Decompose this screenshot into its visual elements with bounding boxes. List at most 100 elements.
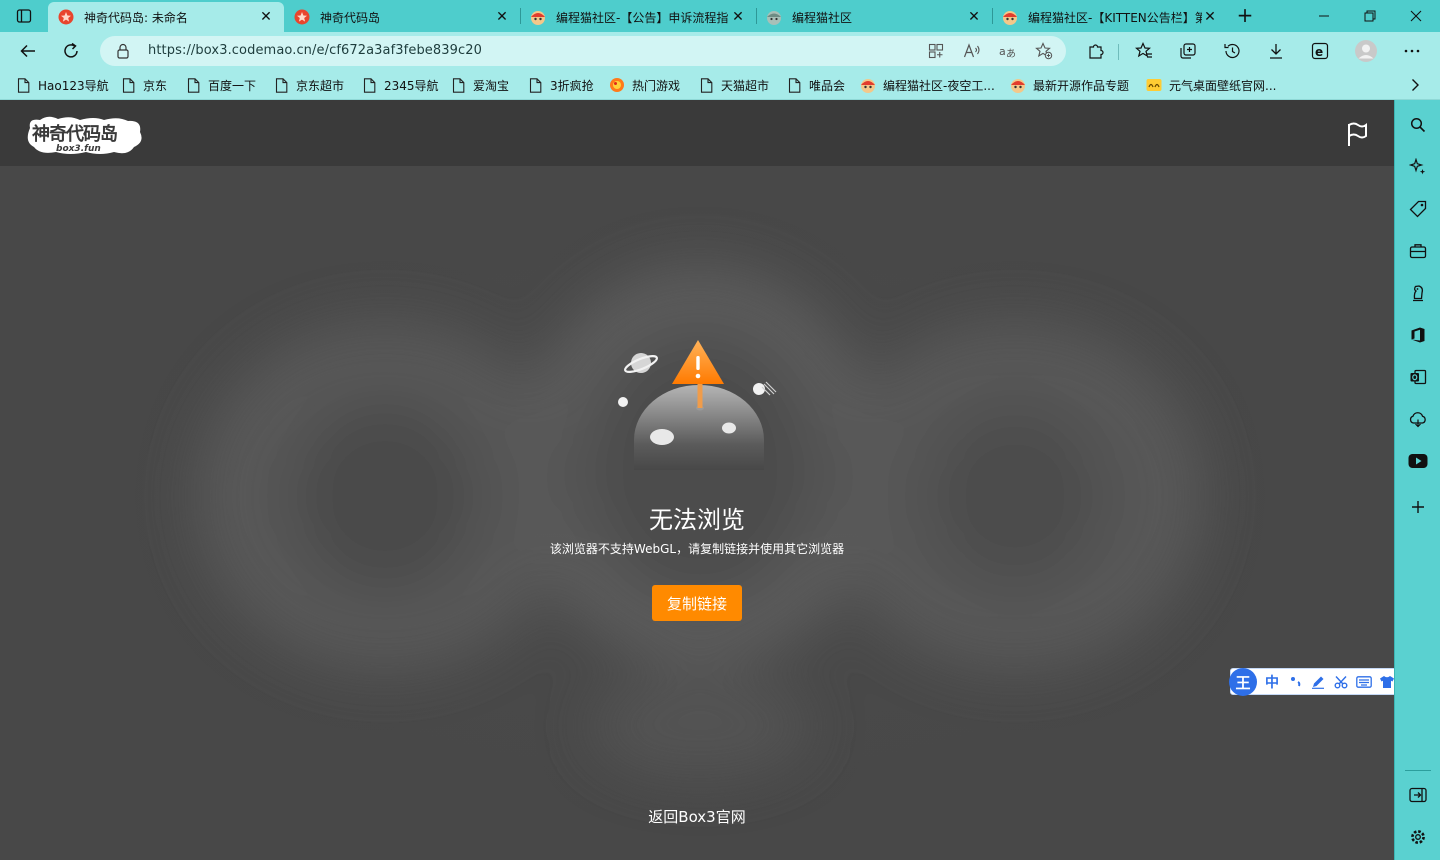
flag-icon[interactable] xyxy=(1346,122,1368,148)
bookmark-label: 京东超市 xyxy=(296,78,345,93)
page-icon xyxy=(786,77,802,93)
sidebar-games-button[interactable] xyxy=(1407,282,1429,304)
navigation-toolbar: https://box3.codemao.cn/e/cf672a3af3febe… xyxy=(0,32,1440,70)
copy-link-button[interactable]: 复制链接 xyxy=(652,585,742,621)
favorites-button[interactable] xyxy=(1132,39,1156,63)
tab-actions-icon xyxy=(16,9,32,23)
sidebar-copilot-button[interactable] xyxy=(1407,156,1429,178)
sidebar-shopping-button[interactable] xyxy=(1407,198,1429,220)
bookmark-item[interactable]: 编程猫社区-夜空工... xyxy=(860,75,995,95)
chess-piece-icon xyxy=(1413,285,1424,302)
sidebar-add-button[interactable] xyxy=(1407,496,1429,518)
ime-logo[interactable]: 王 xyxy=(1229,668,1257,696)
bookmark-item[interactable]: 2345导航 xyxy=(361,75,439,95)
tab-close-button[interactable]: ✕ xyxy=(494,9,510,25)
tab-3[interactable]: 编程猫社区 ✕ xyxy=(756,2,992,32)
bookmark-item[interactable]: 热门游戏 xyxy=(609,75,680,95)
add-favorite-button[interactable] xyxy=(1034,41,1054,61)
svg-text:神奇代码岛: 神奇代码岛 xyxy=(32,123,117,145)
history-icon xyxy=(1224,43,1240,59)
bookmark-item[interactable]: Hao123导航 xyxy=(15,75,109,95)
lock-icon[interactable] xyxy=(116,43,130,59)
sidebar-settings-button[interactable] xyxy=(1407,826,1429,848)
close-window-button[interactable] xyxy=(1398,4,1434,28)
bookmark-item[interactable]: 京东 xyxy=(120,75,167,95)
collections-icon xyxy=(1180,43,1196,59)
tab-title: 编程猫社区 xyxy=(792,10,853,25)
sidebar-tools-button[interactable] xyxy=(1407,240,1429,262)
url-text[interactable]: https://box3.codemao.cn/e/cf672a3af3febe… xyxy=(148,43,482,58)
box3-logo[interactable]: 神奇代码岛 box3.fun xyxy=(24,114,144,156)
ime-mode-toggle[interactable]: 中 xyxy=(1263,673,1281,691)
tab-title: 神奇代码岛 xyxy=(320,10,381,25)
sidebar-youtube-button[interactable] xyxy=(1407,450,1429,472)
bookmark-item[interactable]: 爱淘宝 xyxy=(450,75,509,95)
sidebar-hide-button[interactable] xyxy=(1407,784,1429,806)
bookmark-item[interactable]: 唯品会 xyxy=(786,75,845,95)
tab-actions-button[interactable] xyxy=(10,6,38,26)
bookmark-label: 热门游戏 xyxy=(632,78,681,93)
app-available-button[interactable] xyxy=(926,41,946,61)
tshirt-icon xyxy=(1380,676,1394,688)
bookmark-item[interactable]: 最新开源作品专题 xyxy=(1010,75,1129,95)
page-icon xyxy=(361,77,377,93)
sidebar-outlook-button[interactable] xyxy=(1407,366,1429,388)
youtube-icon xyxy=(1408,454,1428,468)
tab-close-button[interactable]: ✕ xyxy=(258,9,274,25)
bookmark-item[interactable]: 元气桌面壁纸官网... xyxy=(1146,75,1276,95)
bookmark-label: 3折疯抢 xyxy=(550,78,594,93)
arrow-left-icon xyxy=(20,44,35,58)
tab-0[interactable]: 神奇代码岛: 未命名 ✕ xyxy=(48,2,284,32)
back-to-box3-link-text[interactable]: 返回Box3官网 xyxy=(648,808,745,826)
sidebar-office-button[interactable] xyxy=(1407,324,1429,346)
ime-handwriting-button[interactable] xyxy=(1309,673,1327,691)
bookmark-item[interactable]: 天猫超市 xyxy=(698,75,769,95)
sidebar-search-button[interactable] xyxy=(1407,114,1429,136)
history-button[interactable] xyxy=(1220,39,1244,63)
codemao-icon xyxy=(860,77,876,93)
more-horizontal-icon xyxy=(1404,49,1420,53)
tab-close-button[interactable]: ✕ xyxy=(966,9,982,25)
tab-2[interactable]: 编程猫社区-【公告】申诉流程指 ✕ xyxy=(520,2,756,32)
bookmark-label: 百度一下 xyxy=(208,78,257,93)
settings-more-button[interactable] xyxy=(1400,39,1424,63)
minimize-icon xyxy=(1319,15,1329,17)
page-icon xyxy=(185,77,201,93)
error-description: 该浏览器不支持WebGL，请复制链接并使用其它浏览器 xyxy=(549,542,845,556)
favorites-overflow-button[interactable] xyxy=(1406,76,1424,94)
translate-button[interactable]: aあ xyxy=(998,41,1018,61)
refresh-button[interactable] xyxy=(58,39,84,63)
read-aloud-button[interactable] xyxy=(962,41,982,61)
minimize-button[interactable] xyxy=(1306,4,1342,28)
scissors-icon xyxy=(1334,676,1348,689)
bookmark-item[interactable]: 3折疯抢 xyxy=(527,75,594,95)
tab-4[interactable]: 编程猫社区-【KITTEN公告栏】第 ✕ xyxy=(992,2,1228,32)
new-tab-button[interactable]: + xyxy=(1234,5,1256,27)
ime-punctuation-button[interactable] xyxy=(1287,673,1305,691)
svg-text:e: e xyxy=(1315,45,1323,59)
profile-button[interactable] xyxy=(1354,39,1378,63)
web-content: 神奇代码岛 box3.fun 无法浏览 该浏览器不支持WebGL，请复制链接并使… xyxy=(0,100,1394,860)
bookmark-item[interactable]: 京东超市 xyxy=(273,75,344,95)
tab-1[interactable]: 神奇代码岛 ✕ xyxy=(284,2,520,32)
tab-close-button[interactable]: ✕ xyxy=(1202,9,1218,25)
tab-strip: 神奇代码岛: 未命名 ✕ 神奇代码岛 ✕ 编程猫社区-【公告】申诉流程指 ✕ 编… xyxy=(0,0,1440,32)
bookmark-item[interactable]: 百度一下 xyxy=(185,75,256,95)
extensions-button[interactable] xyxy=(1084,39,1108,63)
sidebar-drop-button[interactable] xyxy=(1407,408,1429,430)
page-icon xyxy=(15,77,31,93)
restore-button[interactable] xyxy=(1352,4,1388,28)
close-icon xyxy=(1410,10,1422,22)
back-button[interactable] xyxy=(15,39,41,63)
page-icon xyxy=(450,77,466,93)
ime-keyboard-button[interactable] xyxy=(1355,673,1373,691)
collections-button[interactable] xyxy=(1176,39,1200,63)
avatar xyxy=(1355,40,1377,62)
tab-close-button[interactable]: ✕ xyxy=(730,9,746,25)
chevron-right-icon xyxy=(1412,79,1419,91)
downloads-button[interactable] xyxy=(1264,39,1288,63)
ime-screenshot-button[interactable] xyxy=(1332,673,1350,691)
address-bar[interactable]: https://box3.codemao.cn/e/cf672a3af3febe… xyxy=(100,36,1066,66)
ie-mode-button[interactable]: e xyxy=(1308,39,1332,63)
tab-title: 编程猫社区-【公告】申诉流程指 xyxy=(556,10,729,25)
